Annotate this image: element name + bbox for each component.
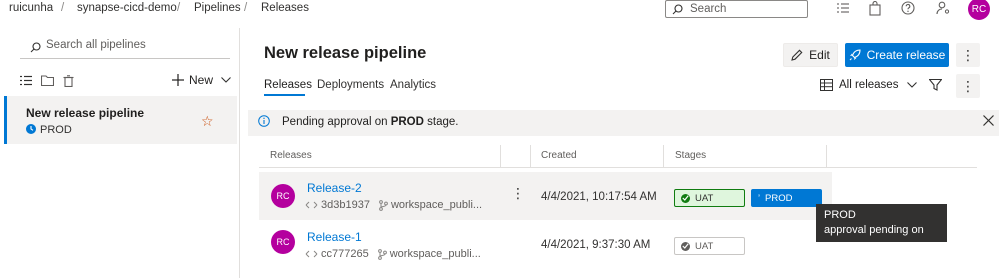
top-search-input[interactable]: Search [665,0,808,18]
plus-icon [172,74,184,86]
create-release-button[interactable]: Create release [845,43,949,67]
column-divider [530,145,531,167]
top-search-placeholder: Search [690,3,727,15]
pipeline-item-stage: PROD [40,124,72,136]
marketplace-bag-icon[interactable] [868,1,884,17]
releases-filter-dropdown[interactable]: All releases [820,79,918,91]
column-header-releases[interactable]: Releases [270,150,312,161]
more-vertical-icon: ⋮ [961,77,975,94]
branch-icon [379,199,388,211]
view-options-button[interactable]: ⋮ [956,74,980,98]
branch-name[interactable]: workspace_publi... [391,199,482,211]
pending-approval-icon: ’ [758,193,760,203]
pipeline-search-input[interactable]: Search all pipelines [46,39,146,51]
release-name-link[interactable]: Release-1 [307,230,362,244]
header-divider [259,167,977,168]
release-created-date: 4/4/2021, 10:17:54 AM [541,191,657,203]
breadcrumb-section[interactable]: Pipelines [194,2,241,14]
rocket-icon [849,49,861,61]
check-icon [681,241,690,251]
stage-tooltip: PROD approval pending on you [816,204,947,251]
stage-label: UAT [695,240,714,252]
banner-stage: PROD [390,116,424,128]
banner-text-pre: Pending approval on [282,116,391,128]
pipelines-left-pane [0,28,240,278]
create-release-label: Create release [866,48,946,62]
chevron-down-icon [907,82,918,88]
commit-id[interactable]: cc777265 [321,248,369,260]
chevron-down-icon [221,77,231,83]
stage-label: UAT [695,192,714,204]
release-author-avatar: RC [271,184,295,208]
breadcrumb-org[interactable]: ruicunha [9,2,53,14]
release-meta: cc777265 workspace_publi... [305,248,481,260]
more-actions-button[interactable]: ⋮ [956,43,980,67]
branch-name[interactable]: workspace_publi... [390,248,481,260]
check-icon [681,193,690,203]
release-created-date: 4/4/2021, 9:37:30 AM [541,239,651,251]
breadcrumb-page[interactable]: Releases [261,2,309,14]
more-vertical-icon: ⋮ [961,46,975,63]
folder-view-icon[interactable] [41,75,54,86]
search-icon [672,4,683,15]
column-header-stages[interactable]: Stages [675,150,706,161]
table-view-icon [820,79,833,91]
search-icon [30,42,41,53]
pencil-icon [791,49,803,61]
banner-message: Pending approval on PROD stage. [282,116,458,128]
clock-pending-icon [26,124,36,134]
new-pipeline-button[interactable]: New [172,73,231,87]
release-meta: 3d3b1937 workspace_publi... [305,199,482,211]
column-divider [826,145,827,167]
filter-dropdown-label: All releases [839,79,899,91]
breadcrumb-separator: / [61,2,65,14]
column-divider [500,145,501,167]
favorite-star-icon[interactable]: ☆ [201,113,214,130]
stage-uat-succeeded[interactable]: UAT [674,189,745,207]
release-author-avatar: RC [271,230,295,254]
stage-label: PROD [765,192,793,204]
breadcrumb-project[interactable]: synapse-cicd-demo [77,2,177,14]
tab-releases[interactable]: Releases [264,79,312,91]
banner-text-post: stage. [423,116,459,128]
breadcrumb-separator: / [244,2,248,14]
search-underline [20,58,230,59]
commit-icon [305,249,318,259]
pipeline-item-name: New release pipeline [26,106,145,120]
info-icon [258,115,270,127]
stage-uat-succeeded[interactable]: UAT [674,237,745,255]
user-settings-icon[interactable] [936,1,952,17]
stage-prod-pending[interactable]: ’ PROD [751,189,822,207]
page-title: New release pipeline [264,44,427,62]
deleted-trash-icon[interactable] [63,75,74,87]
branch-icon [377,248,387,260]
tab-deployments[interactable]: Deployments [317,79,384,91]
tooltip-text: approval pending on you [824,224,924,251]
close-icon[interactable] [983,115,994,126]
edit-button-label: Edit [809,48,830,62]
commit-id[interactable]: 3d3b1937 [321,199,370,211]
list-settings-icon[interactable] [836,1,852,17]
breadcrumb-separator: / [177,2,181,14]
help-icon[interactable] [901,1,917,17]
filter-funnel-icon[interactable] [929,79,942,91]
commit-icon [305,200,318,210]
list-view-icon[interactable] [20,75,32,86]
tooltip-title: PROD [824,209,856,221]
column-divider [663,145,664,167]
new-button-label: New [189,73,214,87]
edit-button[interactable]: Edit [783,43,838,67]
column-header-created[interactable]: Created [541,150,577,161]
active-tab-indicator [264,94,305,96]
row-more-icon[interactable]: ⋮ [511,185,525,202]
tab-analytics[interactable]: Analytics [390,79,436,91]
release-name-link[interactable]: Release-2 [307,181,362,195]
